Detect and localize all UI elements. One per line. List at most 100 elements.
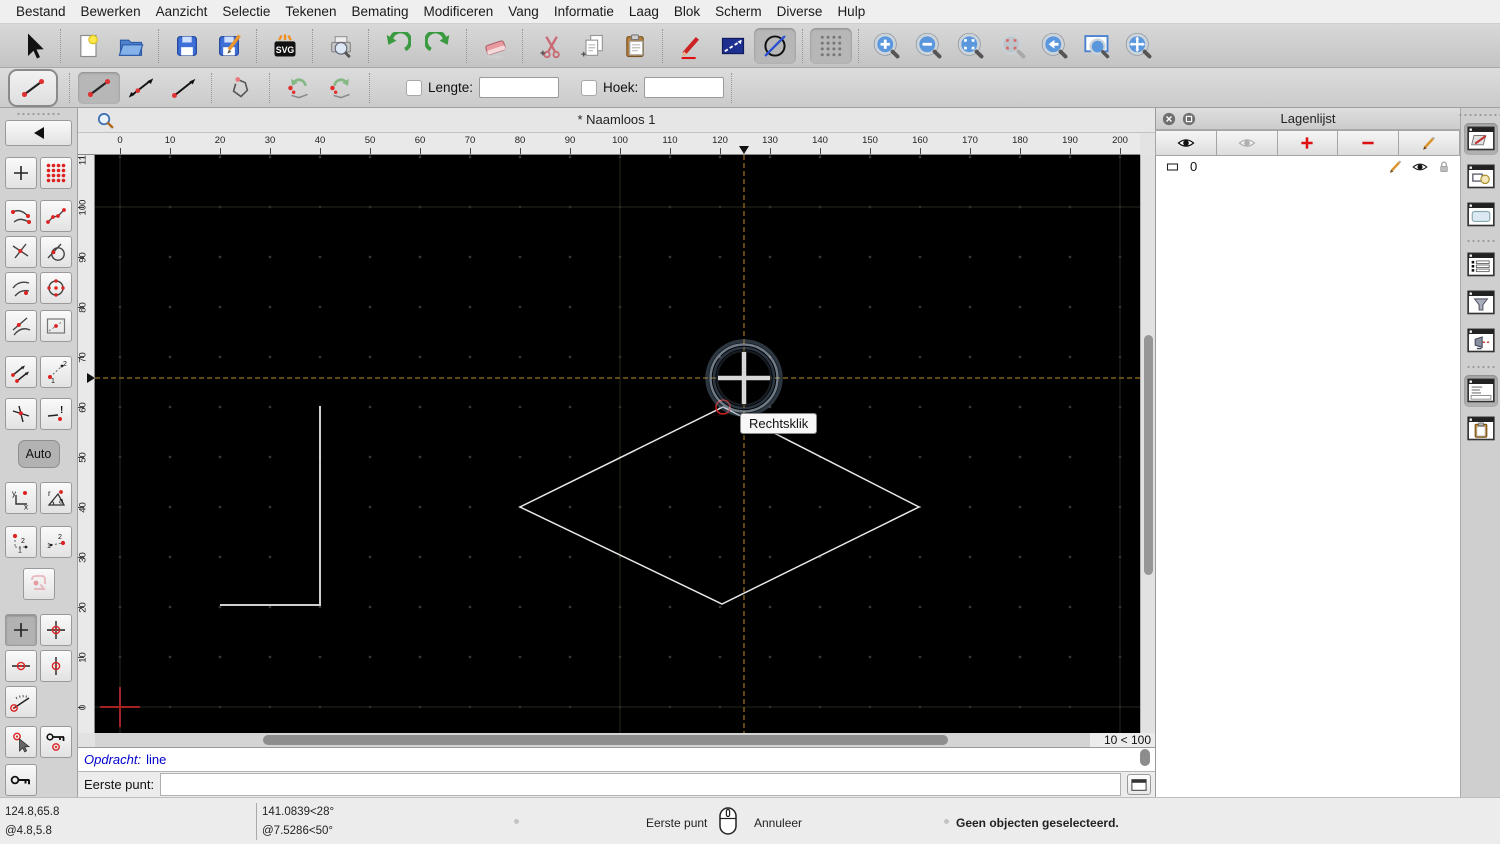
menu-item-7[interactable]: Vang [508,4,539,19]
hide-all-layers-button[interactable] [1215,130,1278,156]
print-preview-button[interactable] [320,28,362,64]
key-lock-button[interactable] [5,764,37,796]
layers-panel-button[interactable] [1463,123,1498,155]
cut-button[interactable] [530,28,572,64]
palette-collapse-button[interactable] [5,120,72,146]
zoom-window-button[interactable] [1076,28,1118,64]
new-file-button[interactable] [68,28,110,64]
circle-line-tool-button[interactable] [754,27,796,64]
zoom-previous-button[interactable] [1034,28,1076,64]
layer-edit-pencil-icon[interactable] [1387,158,1404,175]
menu-item-11[interactable]: Scherm [715,4,762,19]
segment-undo-button[interactable] [278,72,320,104]
menu-item-0[interactable]: Bestand [16,4,66,19]
palette-drag-handle[interactable] [15,112,62,116]
menu-item-9[interactable]: Laag [629,4,659,19]
menu-item-4[interactable]: Tekenen [285,4,336,19]
line-tool-button[interactable] [78,71,120,104]
perpendicular-snap-button[interactable] [40,398,72,430]
menu-item-8[interactable]: Informatie [554,4,614,19]
key-target-button[interactable] [40,726,72,758]
layer-visibility-eye-icon[interactable] [1411,158,1429,176]
cross-snap-button[interactable] [5,398,37,430]
length-input[interactable] [479,77,560,98]
zoom-selection-button[interactable] [992,28,1034,64]
angle-checkbox[interactable] [581,79,598,96]
point-plus-snap-button[interactable] [5,157,37,189]
save-as-button[interactable] [208,28,250,64]
vertical-scroll-thumb[interactable] [1144,335,1153,575]
intersection-snap-button[interactable] [5,236,37,268]
eraser-tool-button[interactable] [474,28,516,64]
horizontal-target-button[interactable] [5,650,37,682]
polar-coords-button[interactable] [40,482,72,514]
properties-panel-button[interactable] [1464,199,1498,231]
line-double-arrow-tool-button[interactable] [120,72,162,104]
command-history-scrollbar[interactable] [1140,749,1152,769]
menu-item-3[interactable]: Selectie [222,4,270,19]
menu-item-10[interactable]: Blok [674,4,700,19]
menu-item-5[interactable]: Bemating [351,4,408,19]
length-checkbox[interactable] [406,79,422,96]
tangent-circle-snap-button[interactable] [40,236,72,268]
command-window-button[interactable] [1127,774,1151,795]
endpoint-snap-button[interactable] [5,200,37,232]
copy-button[interactable] [572,28,614,64]
select-arrow-tool[interactable] [12,28,54,64]
list-panel-button[interactable] [1464,249,1498,281]
crosshair-target-button[interactable] [40,614,72,646]
canvas-horizontal-scrollbar[interactable] [95,733,1090,747]
angle-input[interactable] [644,77,725,98]
polyline-tool-button[interactable] [220,72,262,104]
pointer-target-button[interactable] [5,726,37,758]
menu-item-12[interactable]: Diverse [777,4,823,19]
command-panel-button[interactable] [1463,375,1498,407]
filter-panel-button[interactable] [1464,287,1498,319]
point-on-object-snap-button[interactable] [40,200,72,232]
menu-item-13[interactable]: Hulp [837,4,865,19]
blocks-panel-button[interactable] [1464,161,1498,193]
export-svg-button[interactable] [264,28,306,64]
protractor-button[interactable] [5,686,37,718]
line-arrow-tool-button[interactable] [162,72,204,104]
segment-redo-button[interactable] [320,72,362,104]
zoom-in-button[interactable] [866,28,908,64]
menu-item-6[interactable]: Modificeren [424,4,494,19]
cartesian-coords-button[interactable] [5,482,37,514]
clipboard-panel-button[interactable] [1464,413,1498,445]
menu-item-2[interactable]: Aanzicht [156,4,208,19]
relative-line-button[interactable] [40,526,72,558]
vertical-target-button[interactable] [40,650,72,682]
relative-corner-button[interactable] [5,526,37,558]
edit-layer-button[interactable] [1398,130,1460,156]
rect-middle-snap-button[interactable] [40,310,72,342]
save-file-button[interactable] [166,28,208,64]
center-quadrant-snap-button[interactable] [40,272,72,304]
zoom-fit-button[interactable] [950,28,992,64]
remove-layer-button[interactable] [1337,130,1400,156]
tangent-snap-button[interactable] [5,310,37,342]
canvas-vertical-scrollbar[interactable] [1140,155,1155,733]
drawing-canvas[interactable]: Rechtsklik [95,155,1140,733]
command-input[interactable] [160,773,1121,796]
point-mode-plus-button[interactable] [5,614,37,646]
draw-pencil-button[interactable] [670,28,712,64]
divide-points-snap-button[interactable] [40,356,72,388]
projector-panel-button[interactable] [1464,325,1498,357]
auto-snap-button[interactable]: Auto [17,440,60,468]
paste-button[interactable] [614,28,656,64]
pan-view-button[interactable] [1118,28,1160,64]
show-all-layers-button[interactable] [1155,130,1217,156]
undo-button[interactable] [376,28,418,64]
grid-snap-button[interactable] [40,157,72,189]
layer-row[interactable]: 0 [1156,156,1460,177]
history-scroll-thumb[interactable] [1140,749,1150,766]
parallel-snap-button[interactable] [5,356,37,388]
redo-button[interactable] [418,28,460,64]
arc-point-snap-button[interactable] [5,272,37,304]
grid-toggle-button[interactable] [810,27,852,64]
zoom-out-button[interactable] [908,28,950,64]
add-layer-button[interactable] [1276,130,1339,156]
horizontal-scroll-thumb[interactable] [263,735,948,745]
layer-lock-icon[interactable] [1436,159,1452,175]
